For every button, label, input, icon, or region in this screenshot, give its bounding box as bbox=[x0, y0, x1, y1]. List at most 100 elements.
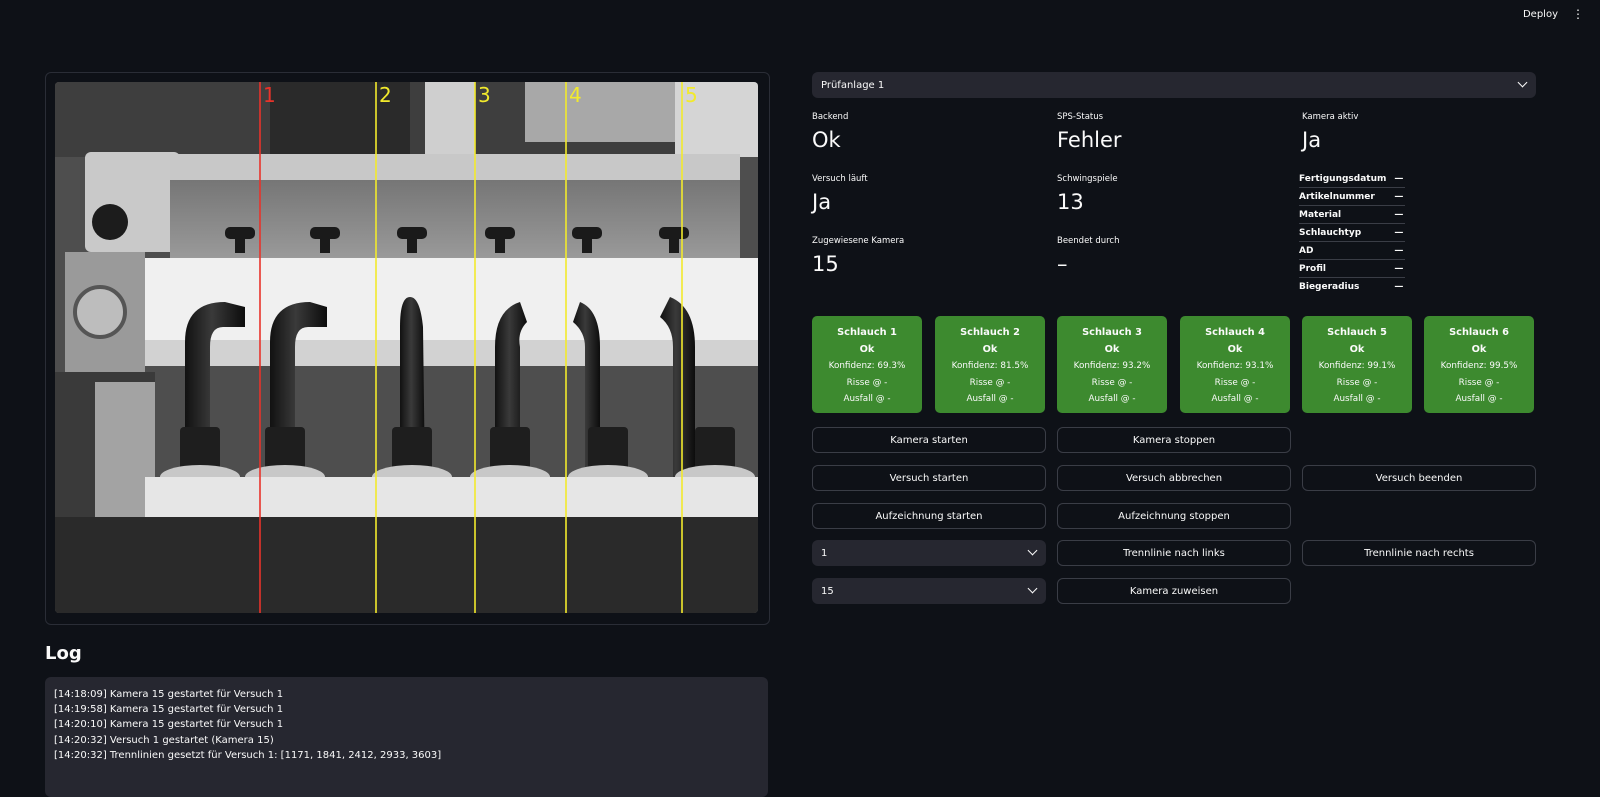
info-value: — bbox=[1388, 241, 1406, 260]
deploy-button[interactable]: Deploy bbox=[1523, 9, 1558, 20]
info-value: — bbox=[1388, 223, 1406, 242]
hose-cracks: Risse @ - bbox=[1336, 377, 1378, 388]
hose-title: Schlauch 1 bbox=[837, 327, 897, 338]
log-line: [14:20:32] Versuch 1 gestartet (Kamera 1… bbox=[54, 734, 274, 746]
chevron-down-icon bbox=[1027, 583, 1038, 594]
info-key: Fertigungsdatum bbox=[1299, 173, 1387, 184]
info-value: — bbox=[1394, 173, 1404, 184]
station-select-value: Prüfanlage 1 bbox=[821, 79, 885, 91]
divider-label-4: 4 bbox=[569, 83, 582, 107]
divider-left-button[interactable]: Trennlinie nach links bbox=[1057, 540, 1291, 566]
divider-select-value: 1 bbox=[821, 547, 828, 559]
hose-cracks: Risse @ - bbox=[1458, 377, 1500, 388]
divider-select[interactable]: 1 bbox=[812, 540, 1046, 566]
trial-end-button[interactable]: Versuch beenden bbox=[1302, 465, 1536, 491]
info-value: — bbox=[1388, 205, 1406, 224]
info-key: Schlauchtyp bbox=[1299, 223, 1389, 242]
info-row: Biegeradius — bbox=[1299, 277, 1406, 295]
hose-cracks: Risse @ - bbox=[1214, 377, 1256, 388]
hose-card-3: Schlauch 3 Ok Konfidenz: 93.2% Risse @ -… bbox=[1057, 316, 1167, 413]
hose-card-1: Schlauch 1 Ok Konfidenz: 69.3% Risse @ -… bbox=[812, 316, 922, 413]
info-row: Schlauchtyp — bbox=[1299, 223, 1406, 242]
info-row: Material — bbox=[1299, 205, 1406, 224]
info-row: Profil — bbox=[1299, 259, 1406, 278]
info-key: Artikelnummer bbox=[1299, 187, 1389, 206]
hose-card-5: Schlauch 5 Ok Konfidenz: 99.1% Risse @ -… bbox=[1302, 316, 1412, 413]
cycles-label: Schwingspiele bbox=[1057, 174, 1118, 184]
info-table: Fertigungsdatum — Artikelnummer — Material… bbox=[1299, 170, 1406, 295]
hose-failure: Ausfall @ - bbox=[1333, 394, 1381, 404]
ended-by-label: Beendet durch bbox=[1057, 236, 1120, 246]
camera-assign-button[interactable]: Kamera zuweisen bbox=[1057, 578, 1291, 604]
hose-status: Ok bbox=[1471, 343, 1487, 355]
hose-title: Schlauch 2 bbox=[960, 327, 1020, 338]
camera-active-value: Ja bbox=[1302, 128, 1322, 152]
hose-status: Ok bbox=[859, 343, 875, 355]
camera-active-label: Kamera aktiv bbox=[1302, 112, 1359, 122]
assigned-camera-value: 15 bbox=[812, 252, 839, 276]
log-line: [14:20:32] Trennlinien gesetzt für Versu… bbox=[54, 749, 442, 761]
hose-confidence: Konfidenz: 99.1% bbox=[1318, 361, 1396, 371]
hose-failure: Ausfall @ - bbox=[1088, 394, 1136, 404]
hose-failure: Ausfall @ - bbox=[1211, 394, 1259, 404]
trial-start-button[interactable]: Versuch starten bbox=[812, 465, 1046, 491]
info-value: — bbox=[1388, 187, 1406, 206]
assigned-camera-label: Zugewiesene Kamera bbox=[812, 236, 905, 246]
recording-stop-button[interactable]: Aufzeichnung stoppen bbox=[1057, 503, 1291, 529]
camera-select-value: 15 bbox=[821, 585, 834, 597]
log-line: [14:19:58] Kamera 15 gestartet für Versu… bbox=[54, 704, 284, 716]
backend-value: Ok bbox=[812, 128, 841, 152]
log-line: [14:18:09] Kamera 15 gestartet für Versu… bbox=[54, 689, 284, 700]
hose-failure: Ausfall @ - bbox=[843, 394, 891, 404]
hose-confidence: Konfidenz: 81.5% bbox=[951, 361, 1029, 371]
divider-label-2: 2 bbox=[379, 83, 392, 107]
trial-abort-button[interactable]: Versuch abbrechen bbox=[1057, 465, 1291, 491]
trial-running-label: Versuch läuft bbox=[812, 174, 868, 184]
info-key: Biegeradius bbox=[1299, 277, 1389, 295]
hose-cracks: Risse @ - bbox=[846, 377, 888, 388]
chevron-down-icon bbox=[1027, 545, 1038, 556]
info-key: AD bbox=[1299, 241, 1389, 260]
camera-select[interactable]: 15 bbox=[812, 578, 1046, 604]
backend-label: Backend bbox=[812, 112, 849, 122]
hose-card-6: Schlauch 6 Ok Konfidenz: 99.5% Risse @ -… bbox=[1424, 316, 1534, 413]
hose-title: Schlauch 3 bbox=[1082, 327, 1142, 338]
hose-card-2: Schlauch 2 Ok Konfidenz: 81.5% Risse @ -… bbox=[935, 316, 1045, 413]
info-row: AD — bbox=[1299, 241, 1406, 260]
info-row: Artikelnummer — bbox=[1299, 187, 1406, 206]
divider-right-button[interactable]: Trennlinie nach rechts bbox=[1302, 540, 1536, 566]
hose-cracks: Risse @ - bbox=[969, 377, 1011, 388]
info-row: Fertigungsdatum — bbox=[1299, 170, 1405, 188]
hose-confidence: Konfidenz: 93.2% bbox=[1073, 361, 1151, 371]
divider-label-1: 1 bbox=[263, 83, 276, 107]
hose-failure: Ausfall @ - bbox=[966, 394, 1014, 404]
camera-stop-button[interactable]: Kamera stoppen bbox=[1057, 427, 1291, 453]
hose-title: Schlauch 6 bbox=[1449, 327, 1509, 338]
divider-label-5: 5 bbox=[685, 83, 698, 107]
info-key: Material bbox=[1299, 205, 1389, 224]
recording-start-button[interactable]: Aufzeichnung starten bbox=[812, 503, 1046, 529]
hose-card-4: Schlauch 4 Ok Konfidenz: 93.1% Risse @ -… bbox=[1180, 316, 1290, 413]
hose-title: Schlauch 4 bbox=[1205, 327, 1265, 338]
divider-label-3: 3 bbox=[478, 83, 491, 107]
station-select[interactable]: Prüfanlage 1 bbox=[812, 72, 1536, 98]
info-key: Profil bbox=[1299, 259, 1389, 278]
log-title: Log bbox=[45, 643, 82, 664]
info-value: — bbox=[1388, 277, 1406, 295]
camera-feed: 1 2 3 4 5 bbox=[55, 82, 758, 613]
hose-title: Schlauch 5 bbox=[1327, 327, 1387, 338]
sps-status-label: SPS-Status bbox=[1057, 112, 1104, 122]
chevron-down-icon bbox=[1517, 77, 1528, 88]
camera-image: 1 2 3 4 5 bbox=[55, 82, 758, 613]
hose-status: Ok bbox=[1104, 343, 1120, 355]
hose-status: Ok bbox=[982, 343, 998, 355]
hose-cracks: Risse @ - bbox=[1091, 377, 1133, 388]
hose-confidence: Konfidenz: 69.3% bbox=[828, 361, 906, 371]
cycles-value: 13 bbox=[1057, 190, 1084, 214]
main-menu-icon[interactable]: ⋮ bbox=[1572, 8, 1584, 20]
hose-status: Ok bbox=[1349, 343, 1365, 355]
hose-confidence: Konfidenz: 99.5% bbox=[1440, 361, 1518, 371]
sps-status-value: Fehler bbox=[1057, 128, 1122, 152]
camera-start-button[interactable]: Kamera starten bbox=[812, 427, 1046, 453]
trial-running-value: Ja bbox=[812, 190, 832, 214]
